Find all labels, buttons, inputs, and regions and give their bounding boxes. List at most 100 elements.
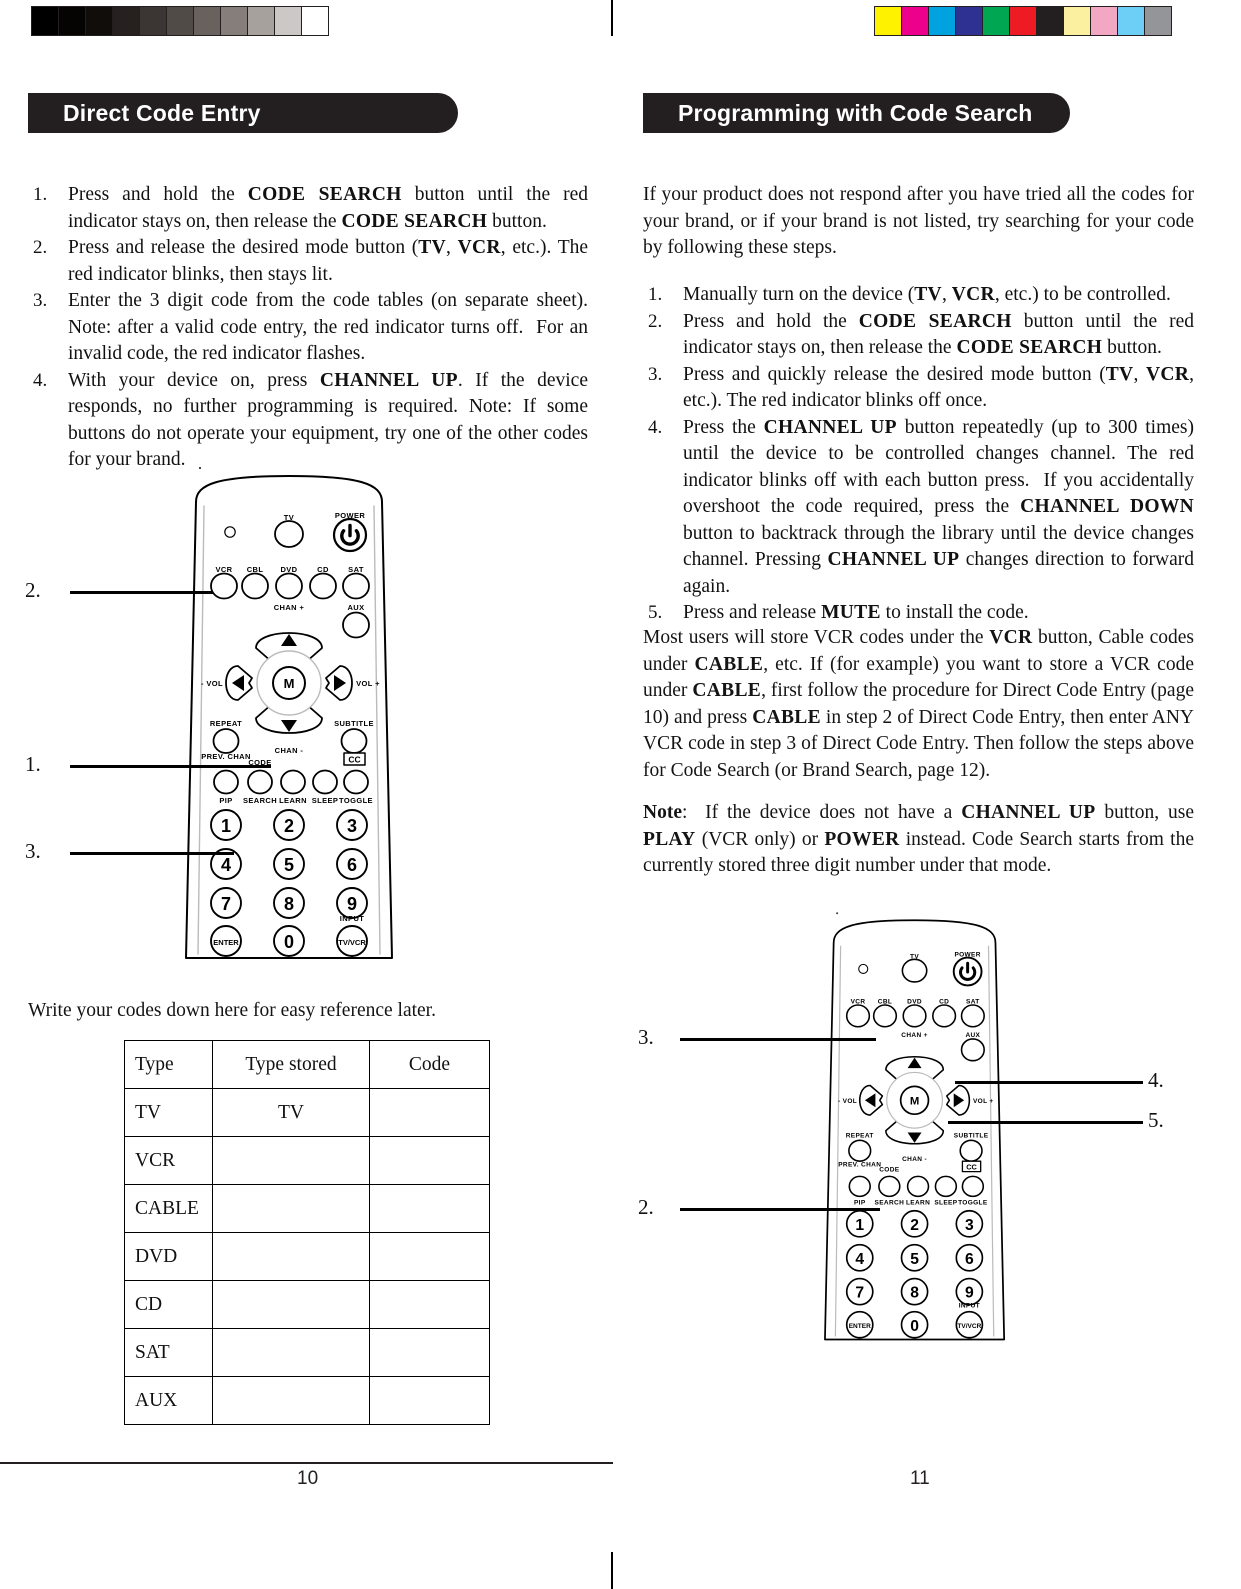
step-text: Press and quickly release the desired mo… (683, 363, 1194, 412)
svg-text:- VOL: - VOL (201, 679, 223, 688)
table-cell-type-stored[interactable] (212, 1136, 370, 1185)
calibration-swatch (31, 6, 59, 36)
page-number-right: 11 (910, 1468, 930, 1489)
step-number: 2. (33, 237, 48, 258)
calibration-swatch (928, 6, 956, 36)
instruction-step: 3. Enter the 3 digit code from the code t… (28, 288, 588, 368)
calibration-swatch (58, 6, 86, 36)
code-reference-table: Type Type stored Code TV TV VCR CABLE DVD CD SAT… (124, 1040, 490, 1425)
step-text: With your device on, press CHANNEL UP. I… (68, 369, 588, 471)
callout-label-5-right: 5. (1148, 1108, 1164, 1132)
table-row: TV TV (124, 1088, 490, 1137)
table-cell-type: VCR (124, 1136, 213, 1185)
svg-text:CC: CC (966, 1162, 977, 1171)
table-cell-type-stored[interactable] (212, 1232, 370, 1281)
table-cell-type: SAT (124, 1328, 213, 1377)
svg-text:TOGGLE: TOGGLE (339, 796, 373, 805)
calibration-swatch (982, 6, 1010, 36)
code-search-intro-paragraph: If your product does not respond after y… (643, 184, 1194, 258)
svg-text:0: 0 (910, 1318, 919, 1335)
table-cell-type-stored[interactable] (212, 1184, 370, 1233)
step-text: Press and release MUTE to install the co… (683, 602, 1029, 623)
svg-text:8: 8 (284, 894, 294, 914)
table-cell-code[interactable] (369, 1280, 490, 1329)
table-column-header: Type stored (212, 1040, 370, 1089)
svg-text:SLEEP: SLEEP (934, 1200, 957, 1207)
svg-text:SUBTITLE: SUBTITLE (954, 1133, 989, 1140)
svg-text:PREV. CHAN: PREV. CHAN (201, 752, 251, 761)
table-cell-type: TV (124, 1088, 213, 1137)
table-header-row: Type Type stored Code (124, 1040, 490, 1089)
svg-text:6: 6 (965, 1251, 974, 1268)
calibration-swatch (1036, 6, 1064, 36)
instruction-step: 2. Press and hold the CODE SEARCH button … (643, 309, 1194, 362)
calibration-swatch (247, 6, 275, 36)
calibration-swatch (193, 6, 221, 36)
table-column-header: Code (369, 1040, 490, 1089)
callout-leader-2 (70, 591, 213, 594)
step-text: Enter the 3 digit code from the code tab… (68, 290, 588, 364)
callout-leader-3 (70, 852, 234, 855)
svg-text:CODE: CODE (879, 1167, 900, 1174)
calibration-swatch (1144, 6, 1172, 36)
svg-text:5: 5 (910, 1251, 919, 1268)
svg-text:CHAN +: CHAN + (901, 1032, 928, 1039)
step-number: 1. (33, 184, 48, 205)
step-number: 3. (648, 363, 663, 385)
callout-leader-3-right (680, 1038, 876, 1041)
svg-text:VOL +: VOL + (973, 1098, 994, 1105)
table-cell-type-stored[interactable] (212, 1280, 370, 1329)
svg-text:7: 7 (221, 894, 231, 914)
table-cell-code[interactable] (369, 1376, 490, 1425)
table-intro-text: Write your codes down here for easy refe… (28, 1000, 436, 1021)
svg-text:LEARN: LEARN (906, 1200, 930, 1207)
calibration-swatch (301, 6, 329, 36)
table-cell-code[interactable] (369, 1328, 490, 1377)
svg-text:9: 9 (965, 1285, 974, 1302)
calibration-swatch (1063, 6, 1091, 36)
svg-text:TV/VCR: TV/VCR (957, 1323, 981, 1330)
svg-text:LEARN: LEARN (279, 796, 307, 805)
svg-text:PIP: PIP (219, 796, 232, 805)
table-cell-type-stored[interactable] (212, 1328, 370, 1377)
section-header-direct-code-entry: Direct Code Entry (28, 93, 458, 133)
calibration-swatch (1117, 6, 1145, 36)
svg-text:SEARCH: SEARCH (243, 796, 277, 805)
calibration-swatch (112, 6, 140, 36)
svg-text:AUX: AUX (347, 603, 364, 612)
callout-label-4-right: 4. (1148, 1068, 1164, 1092)
step-text: Press and hold the CODE SEARCH button un… (68, 184, 588, 232)
callout-label-3-right: 3. (638, 1025, 654, 1049)
table-cell-code[interactable] (369, 1136, 490, 1185)
svg-text:M: M (284, 676, 295, 691)
table-cell-type: CABLE (124, 1184, 213, 1233)
table-cell-type-stored[interactable]: TV (212, 1088, 370, 1137)
table-row: VCR (124, 1136, 490, 1185)
remote-diagram-left: TV POWER VCR CBL DVD CD SAT AUX CHAN + CHAN -- V… (178, 462, 400, 962)
svg-text:4: 4 (221, 855, 231, 875)
svg-text:8: 8 (910, 1285, 919, 1302)
table-cell-type: CD (124, 1280, 213, 1329)
instruction-step: 4. With your device on, press CHANNEL UP.… (28, 368, 588, 474)
svg-text:M: M (910, 1096, 919, 1108)
callout-leader-4-right (955, 1081, 1143, 1084)
callout-leader-2-right (680, 1208, 880, 1211)
svg-text:PIP: PIP (854, 1200, 866, 1207)
color-calibration-bar (874, 6, 1172, 36)
section-header-programming-code-search: Programming with Code Search (643, 93, 1070, 133)
table-cell-type: AUX (124, 1376, 213, 1425)
remote-diagram-right: TV POWER VCR CBL DVD CD SAT AUX CHAN + CHAN -- V… (818, 908, 1011, 1343)
table-cell-type-stored[interactable] (212, 1376, 370, 1425)
svg-text:1: 1 (221, 816, 231, 836)
table-cell-code[interactable] (369, 1088, 490, 1137)
svg-text:6: 6 (347, 855, 357, 875)
table-cell-code[interactable] (369, 1232, 490, 1281)
table-row: SAT (124, 1328, 490, 1377)
svg-text:SUBTITLE: SUBTITLE (334, 719, 374, 728)
callout-label-2-right: 2. (638, 1195, 654, 1219)
table-cell-code[interactable] (369, 1184, 490, 1233)
section-header-label: Direct Code Entry (63, 99, 261, 126)
code-search-step-list: 1. Manually turn on the device (TV, VCR, … (643, 282, 1194, 627)
instruction-step: 5. Press and release MUTE to install the … (643, 600, 1194, 627)
calibration-swatch (220, 6, 248, 36)
